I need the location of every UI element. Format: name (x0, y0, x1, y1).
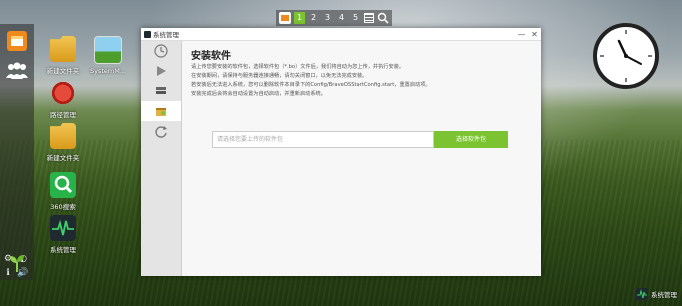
upload-row: 请选择您要上传的软件包 选择软件包 (212, 131, 508, 148)
system-manager-window: 系统管理 — ✕ 安装软件 请上传您要安装的软件包，选择软件包（*.bo）文件后… (141, 28, 541, 276)
app-center-button[interactable] (4, 28, 30, 54)
app-center-icon (7, 31, 27, 51)
search-icon[interactable] (377, 12, 389, 24)
analog-clock (593, 23, 659, 89)
pulse-icon (50, 215, 76, 241)
sidebar-item-install[interactable] (141, 101, 181, 121)
page-title: 安装软件 (191, 51, 231, 62)
start-button[interactable] (4, 250, 30, 276)
pulse-icon (636, 288, 648, 300)
window-title: 系统管理 (153, 31, 179, 39)
select-package-button[interactable]: 选择软件包 (434, 131, 508, 148)
install-instructions: 请上传您要安装的软件包，选择软件包（*.bo）文件后，我们将自动为您上传，并执行… (191, 64, 431, 97)
left-dock: ⚙ ◐ ℹ 🔊 (0, 24, 34, 280)
folder-icon (50, 36, 76, 62)
desktop-icon-system-manager[interactable]: 系统管理 (38, 215, 88, 254)
page-4-button[interactable]: 4 (336, 12, 347, 24)
package-icon (156, 108, 166, 116)
taskbar-app-system-manager[interactable]: 系统管理 (636, 288, 677, 300)
install-software-panel: 安装软件 请上传您要安装的软件包，选择软件包（*.bo）文件后，我们将自动为您上… (182, 41, 541, 276)
folder-icon (50, 123, 76, 149)
sidebar-item-refresh[interactable] (141, 121, 181, 141)
sprout-icon (10, 255, 24, 272)
desktop-icon-folder-2[interactable]: 新建文件夹 (38, 123, 88, 162)
taskbar-app-label: 系统管理 (651, 291, 677, 299)
users-button[interactable] (4, 58, 30, 84)
page-5-button[interactable]: 5 (350, 12, 361, 24)
minimize-button[interactable]: — (515, 30, 528, 39)
page-1-button[interactable]: 1 (294, 12, 305, 24)
users-icon (6, 62, 28, 79)
window-app-icon (144, 30, 151, 38)
window-titlebar[interactable]: 系统管理 — ✕ (141, 28, 541, 41)
package-path-input[interactable]: 请选择您要上传的软件包 (212, 131, 434, 148)
app-store-icon[interactable] (279, 12, 291, 24)
seal-icon (50, 80, 76, 106)
desktop-icon-system-monitor[interactable]: SystemM... (83, 36, 133, 75)
refresh-icon (155, 126, 167, 138)
desktop-icon-path-manager[interactable]: 路径管理 (38, 80, 88, 119)
play-icon (157, 66, 166, 76)
search-app-icon (50, 172, 76, 198)
image-icon (94, 36, 122, 64)
desktop-pager: 1 2 3 4 5 (276, 10, 392, 26)
sidebar-item-server[interactable] (141, 81, 181, 101)
page-3-button[interactable]: 3 (322, 12, 333, 24)
page-2-button[interactable]: 2 (308, 12, 319, 24)
close-button[interactable]: ✕ (528, 30, 541, 39)
desktop-icon-360-search[interactable]: 360搜索 (38, 172, 88, 211)
sidebar-item-play[interactable] (141, 61, 181, 81)
sidebar-item-clock[interactable] (141, 41, 181, 61)
clock-face-icon (600, 30, 652, 82)
grid-view-icon[interactable] (364, 13, 374, 23)
window-sidebar (141, 41, 182, 276)
server-icon (156, 87, 166, 94)
clock-icon (154, 44, 168, 58)
desktop-icon-folder-1[interactable]: 新建文件夹 (38, 36, 88, 75)
